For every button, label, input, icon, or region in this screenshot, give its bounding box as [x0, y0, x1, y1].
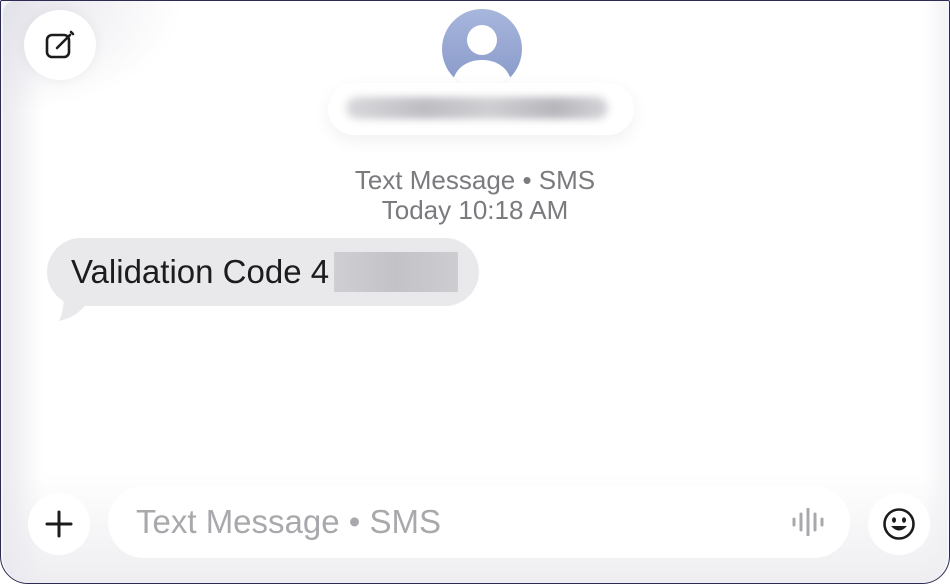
compose-icon	[45, 30, 75, 59]
conversation-pane: Text Message • SMS Today 10:18 AM Valida…	[3, 1, 947, 583]
plus-icon	[45, 510, 73, 538]
redacted-code	[334, 252, 458, 292]
emoji-button[interactable]	[868, 493, 930, 555]
messages-window: Text Message • SMS Today 10:18 AM Valida…	[0, 0, 950, 584]
incoming-message-bubble[interactable]: Validation Code 4	[47, 238, 479, 306]
add-attachment-button[interactable]	[28, 493, 90, 555]
person-silhouette-icon	[452, 25, 512, 85]
contact-name-pill[interactable]	[328, 83, 634, 135]
waveform-icon[interactable]	[791, 508, 825, 536]
smiley-face-icon	[883, 508, 915, 540]
redacted-contact-name	[346, 97, 608, 119]
message-timestamp: Today 10:18 AM	[381, 195, 569, 225]
message-input-container[interactable]	[108, 486, 850, 558]
contact-avatar[interactable]	[442, 9, 522, 89]
conversation-meta: Text Message • SMS Today 10:18 AM	[3, 165, 947, 225]
compose-button[interactable]	[24, 10, 96, 80]
message-input[interactable]	[136, 500, 756, 544]
service-label: Text Message • SMS	[354, 165, 596, 195]
message-text: Validation Code 4	[71, 253, 330, 290]
